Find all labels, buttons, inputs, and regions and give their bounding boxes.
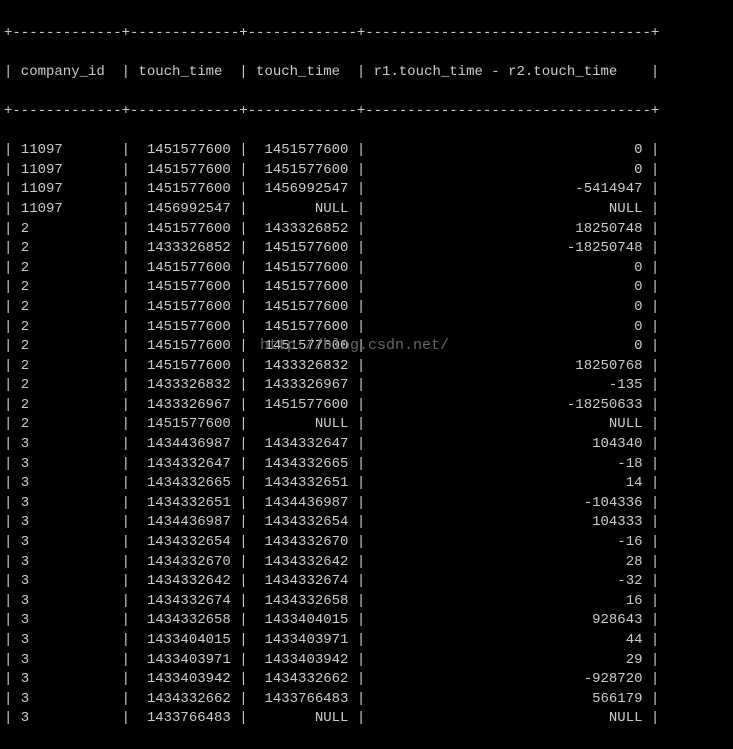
sql-output-table: +-------------+-------------+-----------… <box>4 4 729 749</box>
table-row: | 3 | 1434332665 | 1434332651 | 14 | <box>4 474 729 494</box>
table-row: | 3 | 1434332647 | 1434332665 | -18 | <box>4 455 729 475</box>
table-row: | 2 | 1433326852 | 1451577600 | -1825074… <box>4 239 729 259</box>
header-row: | company_id | touch_time | touch_time |… <box>4 63 729 83</box>
table-row: | 3 | 1434332662 | 1433766483 | 566179 | <box>4 690 729 710</box>
table-row: | 2 | 1451577600 | 1451577600 | 0 | <box>4 298 729 318</box>
table-row: | 3 | 1434332654 | 1434332670 | -16 | <box>4 533 729 553</box>
separator-top: +-------------+-------------+-----------… <box>4 24 729 44</box>
table-row: | 2 | 1433326832 | 1433326967 | -135 | <box>4 376 729 396</box>
table-row: | 2 | 1451577600 | 1433326852 | 18250748… <box>4 220 729 240</box>
table-row: | 11097 | 1451577600 | 1451577600 | 0 | <box>4 161 729 181</box>
separator-mid: +-------------+-------------+-----------… <box>4 102 729 122</box>
table-row: | 3 | 1433766483 | NULL | NULL | <box>4 709 729 729</box>
table-row: | 3 | 1434332658 | 1433404015 | 928643 | <box>4 611 729 631</box>
table-row: | 11097 | 1456992547 | NULL | NULL | <box>4 200 729 220</box>
table-row: | 3 | 1433403971 | 1433403942 | 29 | <box>4 651 729 671</box>
table-row: | 11097 | 1451577600 | 1456992547 | -541… <box>4 180 729 200</box>
table-row: | 2 | 1451577600 | 1451577600 | 0 | <box>4 278 729 298</box>
table-row: | 3 | 1434332642 | 1434332674 | -32 | <box>4 572 729 592</box>
table-row: | 3 | 1434332674 | 1434332658 | 16 | <box>4 592 729 612</box>
table-row: | 2 | 1451577600 | NULL | NULL | <box>4 415 729 435</box>
table-row: | 11097 | 1451577600 | 1451577600 | 0 | <box>4 141 729 161</box>
table-row: | 3 | 1434436987 | 1434332654 | 104333 | <box>4 513 729 533</box>
table-row: | 2 | 1433326967 | 1451577600 | -1825063… <box>4 396 729 416</box>
table-row: | 2 | 1451577600 | 1451577600 | 0 | <box>4 259 729 279</box>
table-row: | 2 | 1451577600 | 1451577600 | 0 | <box>4 337 729 357</box>
table-row: | 3 | 1434332670 | 1434332642 | 28 | <box>4 553 729 573</box>
table-row: | 3 | 1434332651 | 1434436987 | -104336 … <box>4 494 729 514</box>
table-row: | 3 | 1433404015 | 1433403971 | 44 | <box>4 631 729 651</box>
table-row: | 2 | 1451577600 | 1451577600 | 0 | <box>4 318 729 338</box>
table-row: | 2 | 1451577600 | 1433326832 | 18250768… <box>4 357 729 377</box>
table-row: | 3 | 1433403942 | 1434332662 | -928720 … <box>4 670 729 690</box>
table-row: | 3 | 1434436987 | 1434332647 | 104340 | <box>4 435 729 455</box>
